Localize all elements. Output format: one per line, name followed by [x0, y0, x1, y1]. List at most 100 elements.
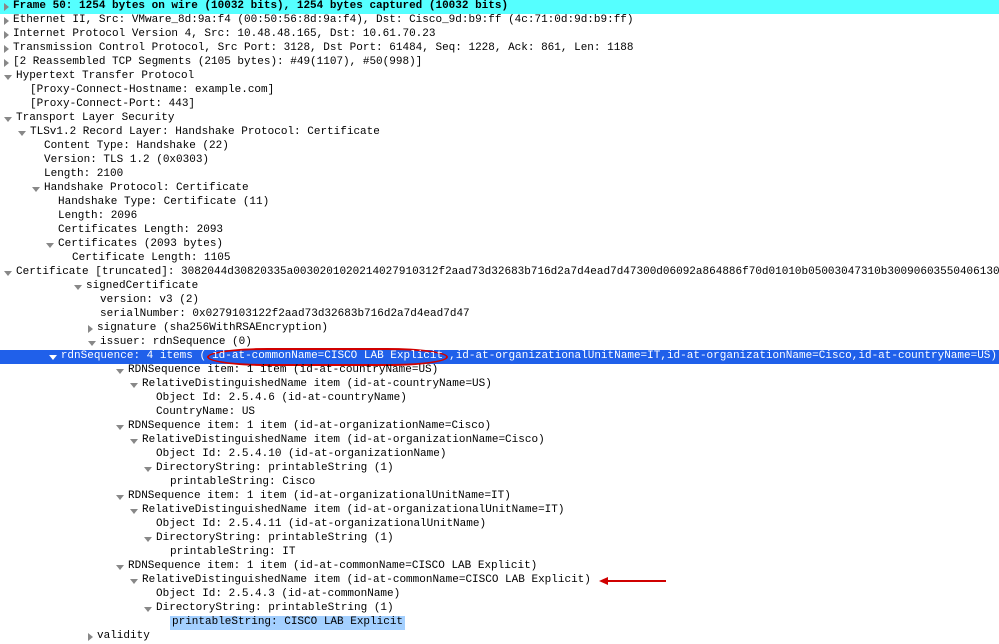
reassembly-text: [2 Reassembled TCP Segments (2105 bytes)…	[13, 56, 422, 70]
rdn-val-row[interactable]: CountryName: US	[0, 406, 999, 420]
chevron-down-icon	[130, 579, 138, 584]
signed-cert: signedCertificate	[86, 280, 198, 294]
reassembly-row[interactable]: [2 Reassembled TCP Segments (2105 bytes)…	[0, 56, 999, 70]
chevron-right-icon	[4, 17, 9, 25]
rdn-rdn-row[interactable]: RelativeDistinguishedName item (id-at-co…	[0, 574, 999, 588]
signed-cert-row[interactable]: signedCertificate	[0, 280, 999, 294]
rdn-ds-row[interactable]: DirectoryString: printableString (1)	[0, 532, 999, 546]
chevron-down-icon	[4, 271, 12, 276]
rdn-ps-row[interactable]: printableString: CISCO LAB Explicit	[0, 616, 999, 630]
rdn-val: CountryName: US	[156, 406, 255, 420]
hs-certs: Certificates (2093 bytes)	[58, 238, 223, 252]
http-host-row[interactable]: [Proxy-Connect-Hostname: example.com]	[0, 84, 999, 98]
rdn-rdn: RelativeDistinguishedName item (id-at-co…	[142, 574, 591, 588]
rdn-ps: printableString: CISCO LAB Explicit	[170, 616, 405, 630]
rdn-rdn-row[interactable]: RelativeDistinguishedName item (id-at-or…	[0, 504, 999, 518]
rdn-seq-item: RDNSequence item: 1 item (id-at-organiza…	[128, 490, 511, 504]
tcp-row[interactable]: Transmission Control Protocol, Src Port:…	[0, 42, 999, 56]
tls-title: Transport Layer Security	[16, 112, 174, 126]
hs-len-row[interactable]: Length: 2096	[0, 210, 999, 224]
tls-version: Version: TLS 1.2 (0x0303)	[44, 154, 209, 168]
rdn-oid: Object Id: 2.5.4.10 (id-at-organizationN…	[156, 448, 446, 462]
rdn-ds-row[interactable]: DirectoryString: printableString (1)	[0, 602, 999, 616]
validity-row[interactable]: validity	[0, 630, 999, 644]
tls-version-row[interactable]: Version: TLS 1.2 (0x0303)	[0, 154, 999, 168]
chevron-down-icon	[32, 187, 40, 192]
cert-len-row[interactable]: Certificate Length: 1105	[0, 252, 999, 266]
chevron-right-icon	[88, 633, 93, 641]
hs-type: Handshake Type: Certificate (11)	[58, 196, 269, 210]
chevron-down-icon	[116, 369, 124, 374]
chevron-right-icon	[4, 45, 9, 53]
rdn-ps: printableString: IT	[170, 546, 295, 560]
rdn-sequence-row[interactable]: rdnSequence: 4 items (id-at-commonName=C…	[0, 350, 999, 364]
hs-row[interactable]: Handshake Protocol: Certificate	[0, 182, 999, 196]
rdn-rdn-row[interactable]: RelativeDistinguishedName item (id-at-co…	[0, 378, 999, 392]
chevron-down-icon	[116, 565, 124, 570]
chevron-down-icon	[74, 285, 82, 290]
chevron-right-icon	[4, 3, 9, 11]
chevron-down-icon	[116, 425, 124, 430]
rdn-seq-cn: id-at-commonName=CISCO LAB Explicit	[212, 350, 443, 362]
chevron-down-icon	[144, 537, 152, 542]
signed-ver-row[interactable]: version: v3 (2)	[0, 294, 999, 308]
rdn-ds: DirectoryString: printableString (1)	[156, 602, 394, 616]
hs-certslen-row[interactable]: Certificates Length: 2093	[0, 224, 999, 238]
tcp-text: Transmission Control Protocol, Src Port:…	[13, 42, 634, 56]
rdn-rdn: RelativeDistinguishedName item (id-at-or…	[142, 504, 564, 518]
cert-len: Certificate Length: 1105	[72, 252, 230, 266]
tls-record-row[interactable]: TLSv1.2 Record Layer: Handshake Protocol…	[0, 126, 999, 140]
rdn-rdn: RelativeDistinguishedName item (id-at-or…	[142, 434, 545, 448]
annotation-arrow	[599, 573, 666, 591]
chevron-down-icon	[18, 131, 26, 136]
ethernet-row[interactable]: Ethernet II, Src: VMware_8d:9a:f4 (00:50…	[0, 14, 999, 28]
rdn-oid: Object Id: 2.5.4.11 (id-at-organizationa…	[156, 518, 486, 532]
rdn-item-row[interactable]: RDNSequence item: 1 item (id-at-organiza…	[0, 490, 999, 504]
hs-certslen: Certificates Length: 2093	[58, 224, 223, 238]
rdn-ps-row[interactable]: printableString: IT	[0, 546, 999, 560]
chevron-right-icon	[4, 59, 9, 67]
rdn-oid-row[interactable]: Object Id: 2.5.4.10 (id-at-organizationN…	[0, 448, 999, 462]
cert-trunc-row[interactable]: Certificate [truncated]: 3082044d3082033…	[0, 266, 999, 280]
hs-certs-row[interactable]: Certificates (2093 bytes)	[0, 238, 999, 252]
rdn-seq-item: RDNSequence item: 1 item (id-at-commonNa…	[128, 560, 537, 574]
rdn-seq-item: RDNSequence item: 1 item (id-at-organiza…	[128, 420, 491, 434]
chevron-down-icon	[46, 243, 54, 248]
frame-summary-row[interactable]: Frame 50: 1254 bytes on wire (10032 bits…	[0, 0, 999, 14]
rdn-ds: DirectoryString: printableString (1)	[156, 532, 394, 546]
hs-type-row[interactable]: Handshake Type: Certificate (11)	[0, 196, 999, 210]
tls-row[interactable]: Transport Layer Security	[0, 112, 999, 126]
rdn-oid-row[interactable]: Object Id: 2.5.4.11 (id-at-organizationa…	[0, 518, 999, 532]
rdn-item-row[interactable]: RDNSequence item: 1 item (id-at-commonNa…	[0, 560, 999, 574]
signed-serial-row[interactable]: serialNumber: 0x0279103122f2aad73d32683b…	[0, 308, 999, 322]
chevron-down-icon	[4, 117, 12, 122]
signed-ver: version: v3 (2)	[100, 294, 199, 308]
signed-sig: signature (sha256WithRSAEncryption)	[97, 322, 328, 336]
hs-title: Handshake Protocol: Certificate	[44, 182, 249, 196]
http-port: [Proxy-Connect-Port: 443]	[30, 98, 195, 112]
rdn-oid-row[interactable]: Object Id: 2.5.4.6 (id-at-countryName)	[0, 392, 999, 406]
ip-row[interactable]: Internet Protocol Version 4, Src: 10.48.…	[0, 28, 999, 42]
rdn-ps-row[interactable]: printableString: Cisco	[0, 476, 999, 490]
tls-reclen-row[interactable]: Length: 2100	[0, 168, 999, 182]
http-host: [Proxy-Connect-Hostname: example.com]	[30, 84, 274, 98]
issuer-row[interactable]: issuer: rdnSequence (0)	[0, 336, 999, 350]
chevron-down-icon	[116, 495, 124, 500]
rdn-rdn-row[interactable]: RelativeDistinguishedName item (id-at-or…	[0, 434, 999, 448]
chevron-down-icon	[144, 607, 152, 612]
rdn-oid-row[interactable]: Object Id: 2.5.4.3 (id-at-commonName)	[0, 588, 999, 602]
http-port-row[interactable]: [Proxy-Connect-Port: 443]	[0, 98, 999, 112]
chevron-down-icon	[130, 383, 138, 388]
signed-sig-row[interactable]: signature (sha256WithRSAEncryption)	[0, 322, 999, 336]
tls-reclen: Length: 2100	[44, 168, 123, 182]
signed-serial: serialNumber: 0x0279103122f2aad73d32683b…	[100, 308, 470, 322]
http-row[interactable]: Hypertext Transfer Protocol	[0, 70, 999, 84]
rdn-ps: printableString: Cisco	[170, 476, 315, 490]
chevron-down-icon	[130, 439, 138, 444]
rdn-item-row[interactable]: RDNSequence item: 1 item (id-at-countryN…	[0, 364, 999, 378]
rdn-item-row[interactable]: RDNSequence item: 1 item (id-at-organiza…	[0, 420, 999, 434]
rdn-ds-row[interactable]: DirectoryString: printableString (1)	[0, 462, 999, 476]
tls-ctype-row[interactable]: Content Type: Handshake (22)	[0, 140, 999, 154]
validity-label: validity	[97, 630, 150, 644]
http-title: Hypertext Transfer Protocol	[16, 70, 194, 84]
